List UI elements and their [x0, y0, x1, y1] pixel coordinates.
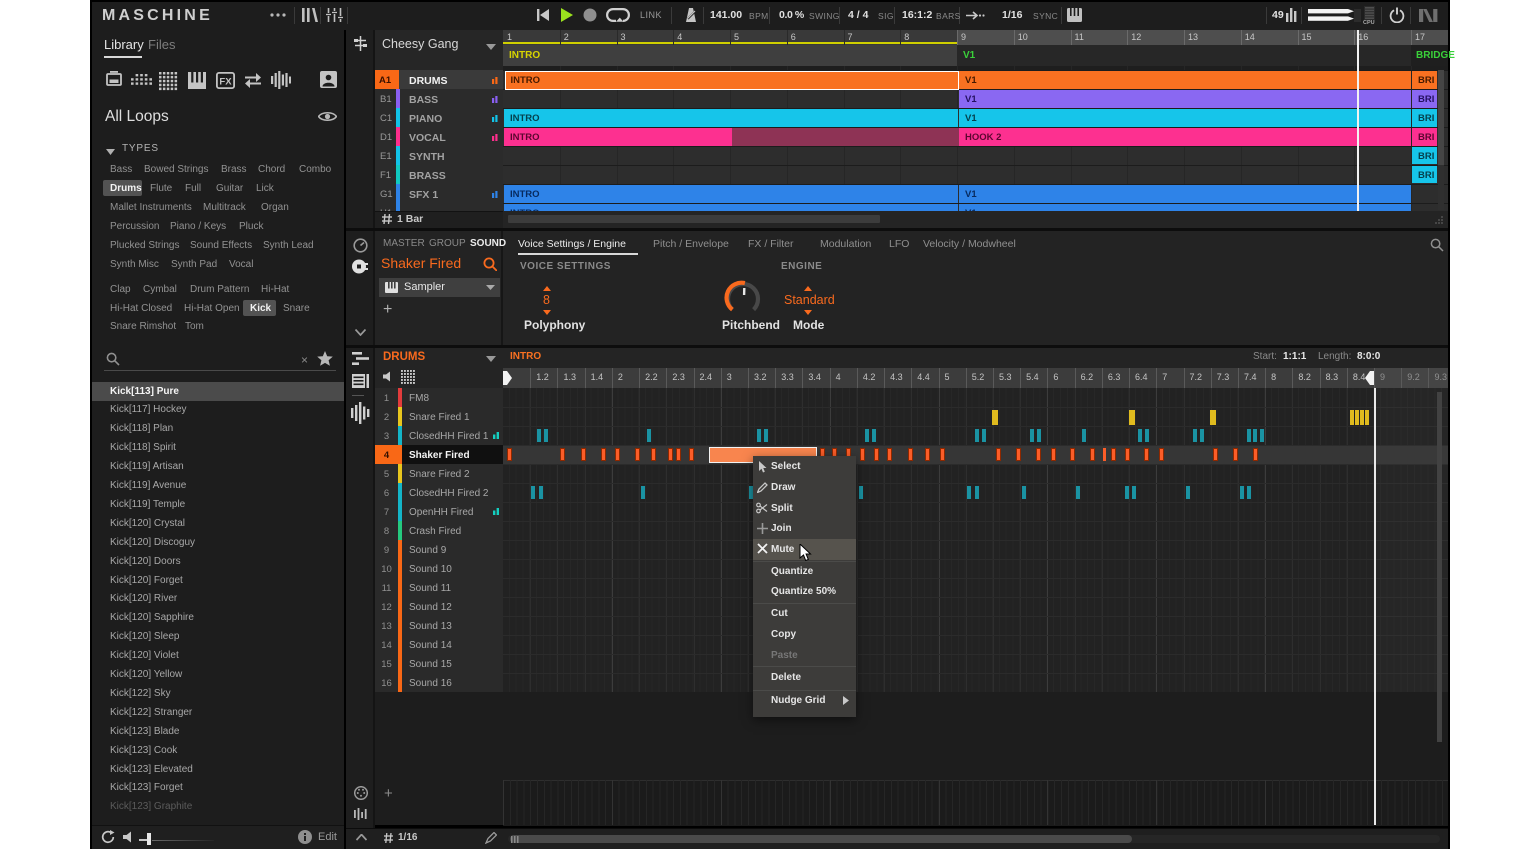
svg-text:FX: FX	[219, 77, 232, 88]
